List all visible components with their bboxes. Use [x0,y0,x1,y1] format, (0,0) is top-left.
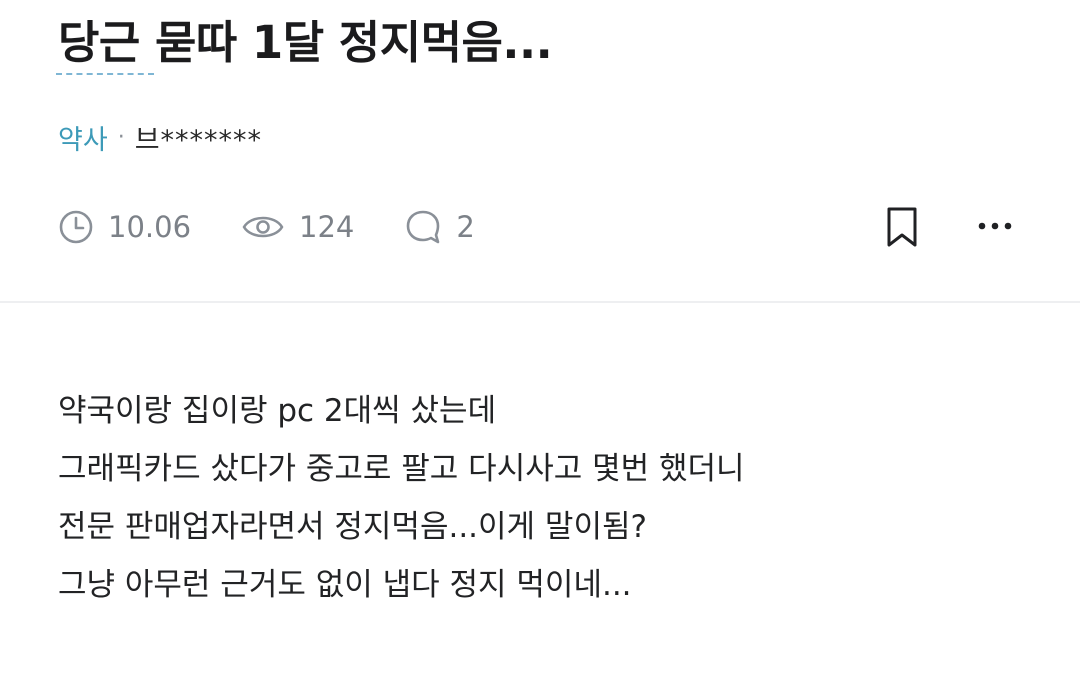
body-line: 그냥 아무런 근거도 없이 냅다 정지 먹이네... [58,567,632,603]
body-line: 그래픽카드 샀다가 중고로 팔고 다시사고 몇번 했더니 [58,451,745,487]
board-link[interactable]: 약사 [58,118,108,157]
eye-icon [242,216,284,238]
meta-separator: · [117,125,125,150]
comment-count: 2 [456,210,475,244]
body-line: 약국이랑 집이랑 pc 2대씩 샀는데 [58,393,497,429]
post-title: 당근 묻따 1달 정지먹음... [58,16,553,69]
more-dots-icon [978,222,1012,230]
post-page: 당근 묻따 1달 정지먹음... 약사 · 브******* 10.06 124… [0,0,1080,680]
clock-icon [59,210,93,244]
bookmark-button[interactable] [880,204,924,250]
date-stat: 10.06 [58,209,191,245]
more-options-button[interactable] [970,206,1020,246]
author-name: 브******* [134,125,263,156]
body-line: 전문 판매업자라면서 정지먹음...이게 말이됨? [58,509,647,545]
comments-stat[interactable]: 2 [404,208,475,246]
section-divider [0,301,1080,303]
post-stats: 10.06 124 2 [58,203,525,251]
views-stat: 124 [241,210,354,244]
view-count: 124 [299,210,355,244]
title-underline [56,73,154,75]
post-body: 약국이랑 집이랑 pc 2대씩 샀는데 그래픽카드 샀다가 중고로 팔고 다시사… [58,382,1048,614]
post-date: 10.06 [108,210,192,244]
post-meta: 약사 · 브******* [58,118,262,157]
speech-bubble-icon [407,210,440,244]
bookmark-icon [887,207,917,247]
